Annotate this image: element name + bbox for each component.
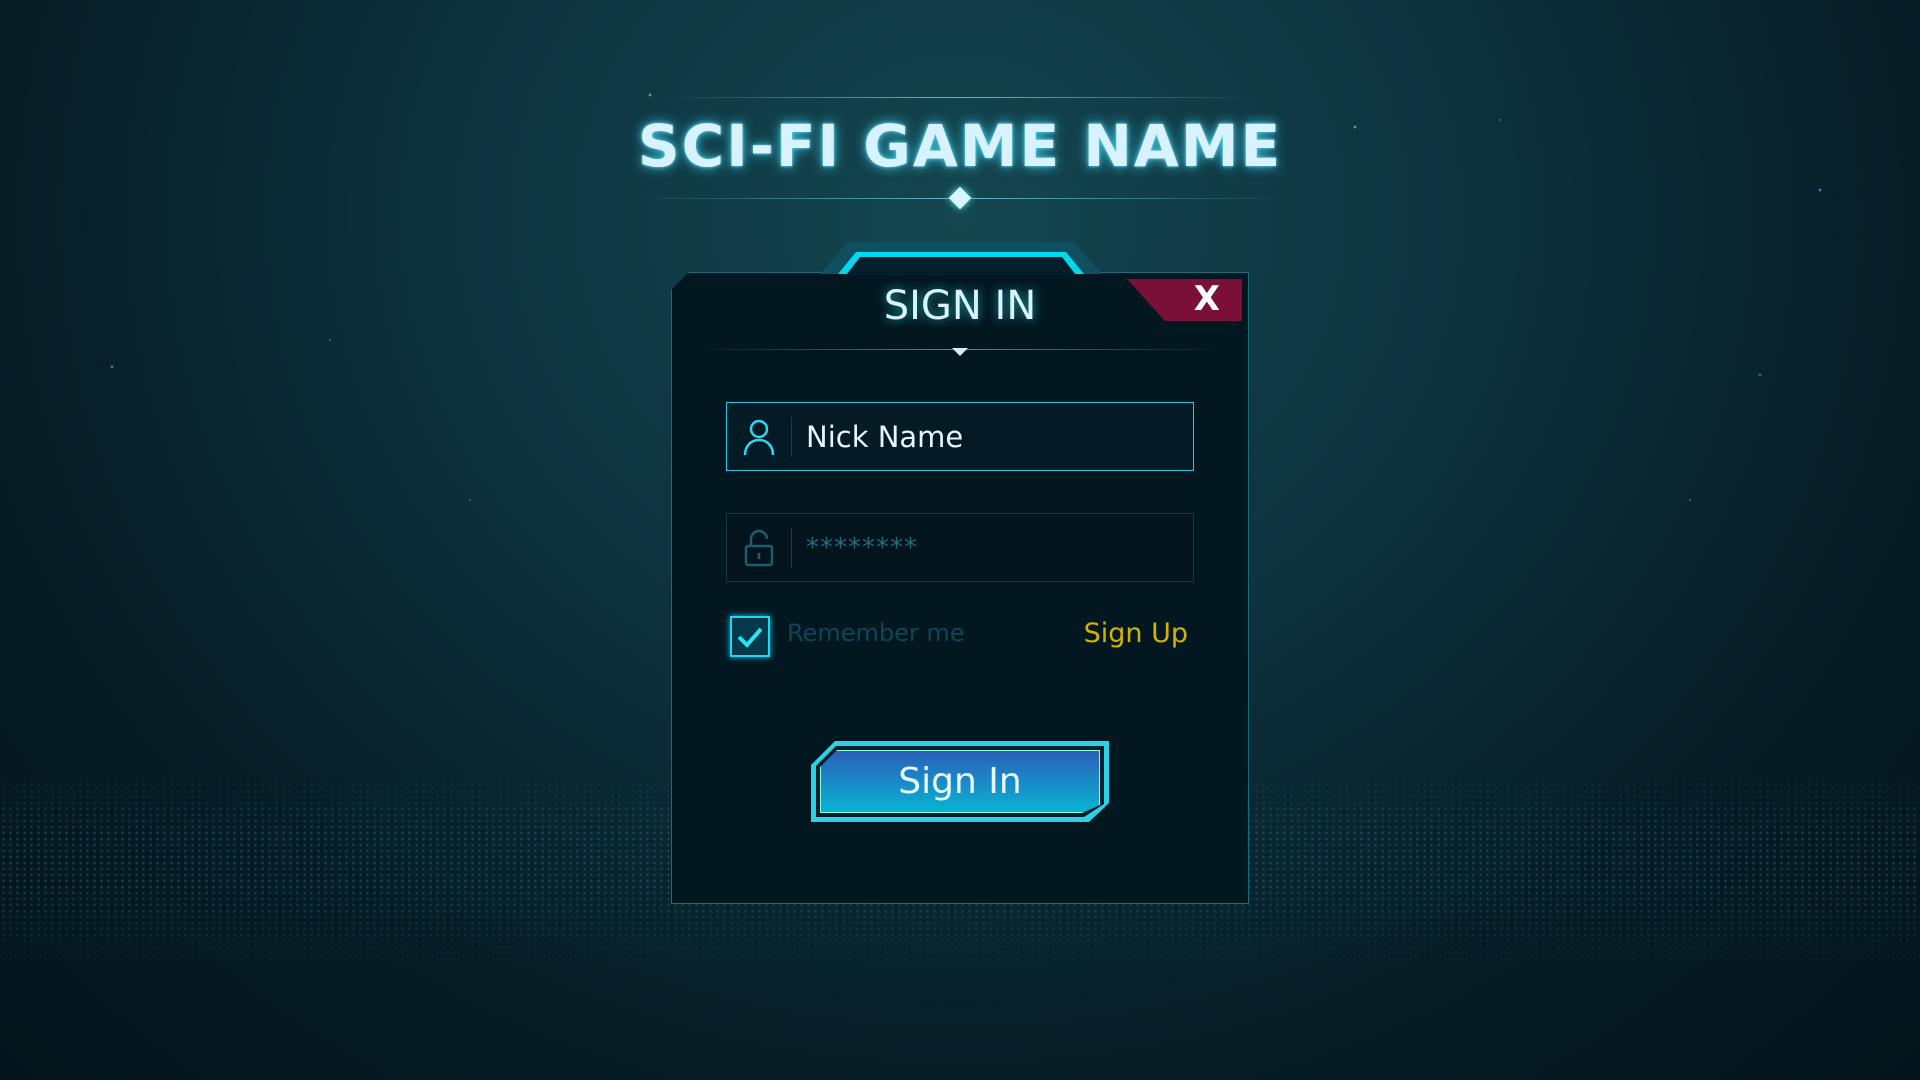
- triangle-ornament-icon: [952, 348, 968, 356]
- field-separator: [791, 416, 792, 457]
- title-top-line: [660, 97, 1260, 98]
- button-face: Sign In: [820, 750, 1100, 813]
- lock-icon: [727, 529, 791, 567]
- nickname-input[interactable]: Nick Name: [726, 402, 1194, 471]
- sign-up-link[interactable]: Sign Up: [1084, 618, 1188, 649]
- password-value: ********: [806, 532, 918, 563]
- remember-me-checkbox[interactable]: [730, 616, 770, 657]
- sign-in-button[interactable]: Sign In: [811, 741, 1109, 822]
- password-input[interactable]: ********: [726, 513, 1194, 582]
- user-icon: [727, 418, 791, 456]
- game-title: SCI-FI GAME NAME: [637, 112, 1283, 180]
- nickname-value: Nick Name: [806, 419, 964, 454]
- sign-in-button-label: Sign In: [898, 761, 1022, 802]
- field-separator: [791, 527, 792, 568]
- dialog-title: SIGN IN: [883, 283, 1037, 329]
- checkmark-icon: [737, 627, 763, 648]
- remember-me-label[interactable]: Remember me: [787, 619, 965, 647]
- panel-tab-inner: [846, 257, 1076, 275]
